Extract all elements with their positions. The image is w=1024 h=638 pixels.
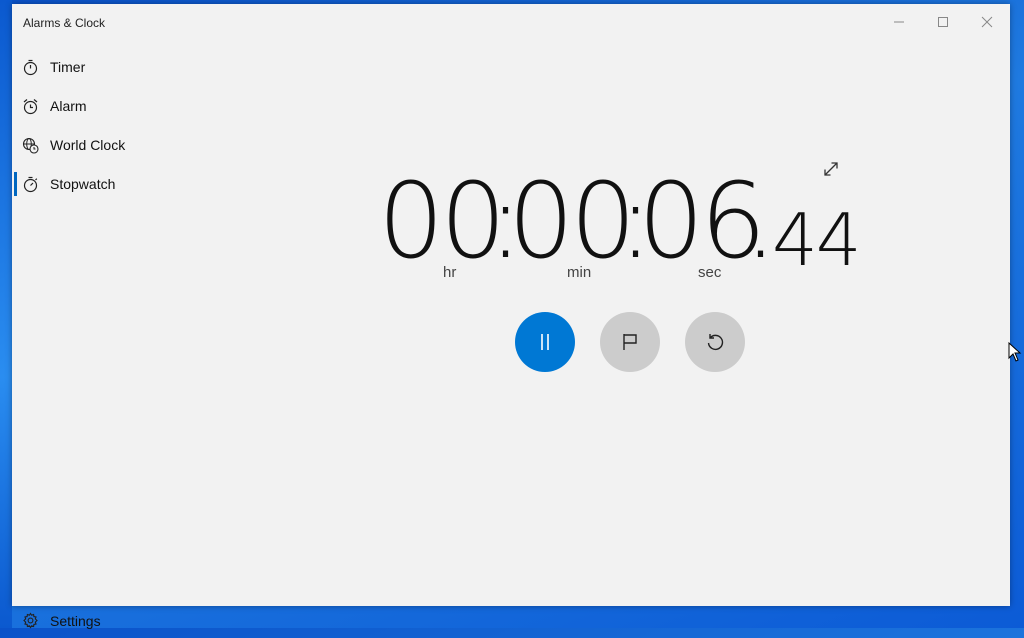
sidebar-item-label: Timer [50,59,86,75]
title-bar: Alarms & Clock [12,4,1010,40]
maximize-icon [938,17,948,27]
sidebar-item-label: Stopwatch [50,176,116,192]
expand-button[interactable] [820,158,842,180]
close-button[interactable] [965,8,1009,36]
desktop-background [0,0,12,628]
lap-button[interactable] [600,312,660,372]
active-indicator [14,172,17,196]
alarm-clock-icon [22,98,39,115]
sidebar-item-timer[interactable]: Timer [12,48,232,86]
sidebar-item-alarm[interactable]: Alarm [12,87,232,125]
seconds-unit-label: sec [698,264,722,281]
pause-icon [541,334,549,350]
globe-clock-icon [22,137,39,154]
close-icon [981,16,993,28]
sidebar-item-label: World Clock [50,137,126,153]
sidebar-item-stopwatch[interactable]: Stopwatch [12,165,232,203]
timer-icon [22,59,39,76]
pause-button[interactable] [515,312,575,372]
sidebar: Timer Alarm World Clock Stopwatch Settin… [12,44,232,629]
flag-icon [623,334,637,350]
app-title: Alarms & Clock [23,16,106,30]
expand-icon [824,162,838,176]
gear-icon [22,612,39,629]
minimize-button[interactable] [877,8,921,36]
stopwatch-icon [22,176,39,193]
hundredths-value: 44 [772,198,862,282]
maximize-button[interactable] [921,8,965,36]
sidebar-item-world-clock[interactable]: World Clock [12,126,232,164]
reset-icon [707,334,724,351]
minutes-unit-label: min [567,264,592,281]
hours-unit-label: hr [443,264,457,281]
stopwatch-panel: 00 : 00 : 06 . 44 hr min sec [232,40,1010,606]
settings-button[interactable]: Settings [12,604,232,638]
minutes-value: 00 [508,160,636,282]
minimize-icon [894,21,904,23]
mouse-cursor-icon [1008,342,1022,362]
reset-button[interactable] [685,312,745,372]
settings-label: Settings [50,613,101,629]
sidebar-item-label: Alarm [50,98,87,114]
hours-value: 00 [378,160,506,282]
app-window: Alarms & Clock Timer Alarm World Clock S… [12,4,1010,629]
decimal-separator: . [744,160,777,282]
